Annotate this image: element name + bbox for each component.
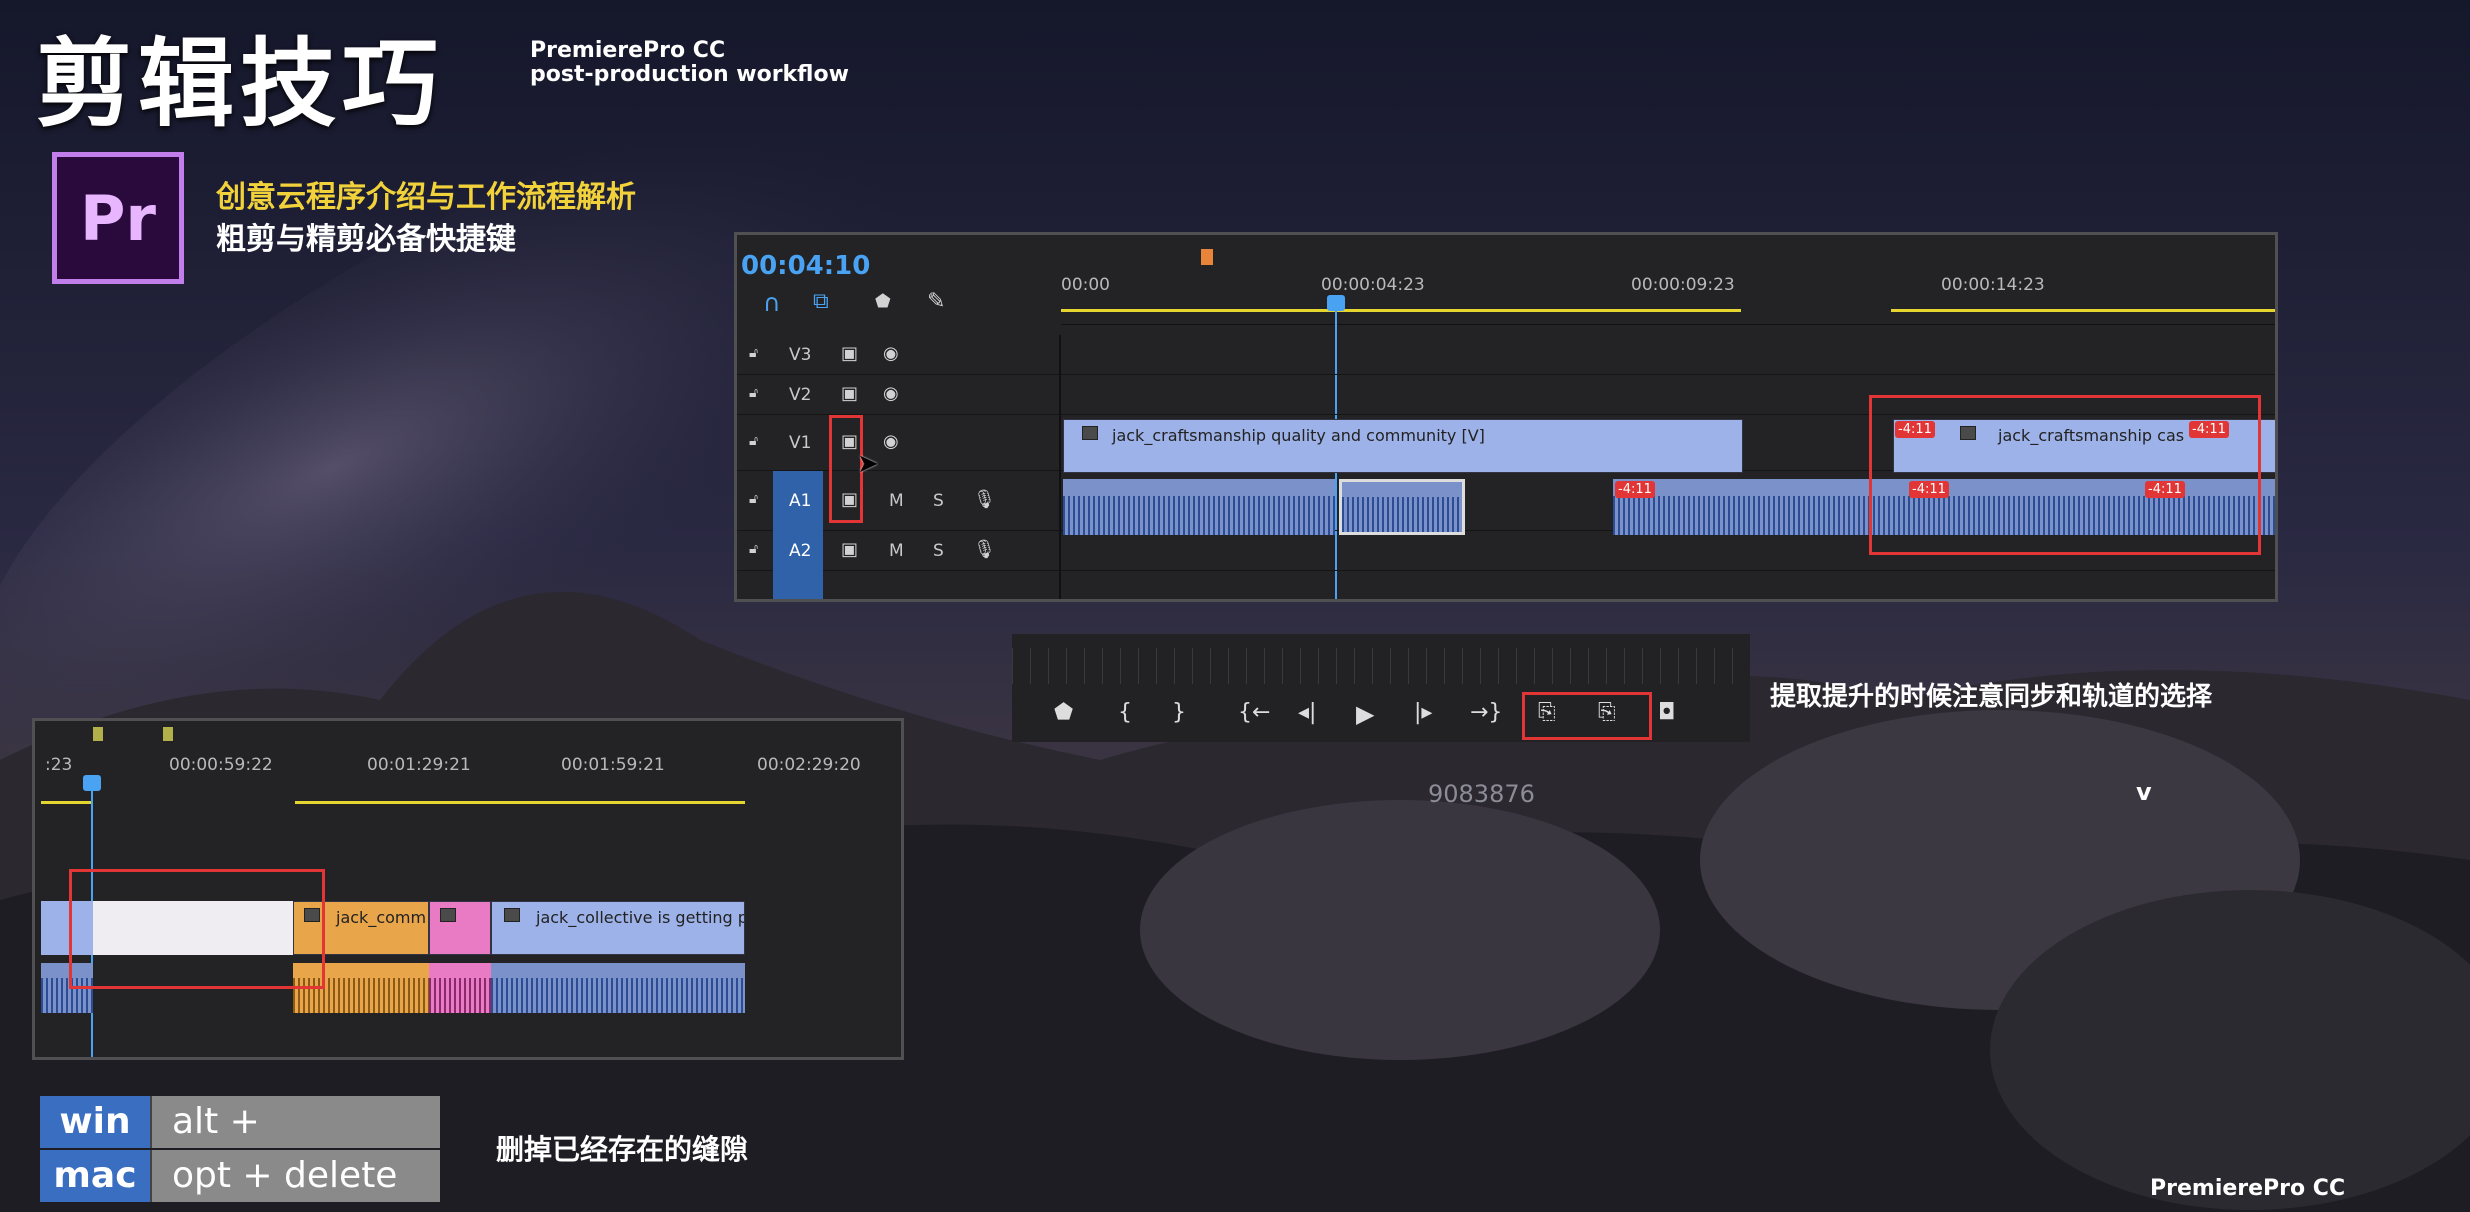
subtitle-workflow: post-production workflow xyxy=(530,62,849,87)
ruler-label: 00:01:29:21 xyxy=(367,755,471,775)
track-name: V2 xyxy=(789,385,812,405)
waveform xyxy=(1063,495,1335,535)
sync-lock-icon[interactable]: ▣ xyxy=(841,383,858,404)
main-timeline-panel: 00:04:10 ∩ ⧉ ⬟ ✎ 00:00 00:00:04:23 00:00… xyxy=(734,232,2278,602)
track-v3: 🔓︎ V3 ▣ ◉ xyxy=(737,335,2275,375)
lock-icon[interactable]: 🔓︎ xyxy=(749,385,758,401)
ruler-label: 00:00:59:22 xyxy=(169,755,273,775)
playhead-handle[interactable] xyxy=(83,775,101,791)
shortcut-note: 删掉已经存在的缝隙 xyxy=(496,1133,749,1166)
lock-icon[interactable]: 🔓︎ xyxy=(749,345,758,361)
solo-button[interactable]: S xyxy=(933,541,944,561)
description-line2: 粗剪与精剪必备快捷键 xyxy=(216,222,516,257)
microphone-icon[interactable]: 🎙︎ xyxy=(973,539,996,560)
stray-letter: v xyxy=(2136,778,2152,806)
shortcut-keys-win: alt + backspace xyxy=(150,1096,440,1194)
wrench-icon[interactable]: ✎ xyxy=(927,289,945,314)
subtitle-brand: PremierePro CC xyxy=(530,38,726,63)
lock-icon[interactable]: 🔓︎ xyxy=(749,541,758,557)
scrub-bar[interactable] xyxy=(1012,648,1750,684)
page-title: 剪辑技巧 xyxy=(36,28,444,140)
secondary-timeline-panel: :23 00:00:59:22 00:01:29:21 00:01:59:21 … xyxy=(32,718,904,1060)
video-clip[interactable]: jack_collective is getting p xyxy=(491,901,745,955)
track-name: V1 xyxy=(789,433,812,453)
clip-name: jack_collective is getting p xyxy=(536,908,745,927)
snap-icon[interactable]: ∩ xyxy=(763,289,781,317)
go-to-in-icon[interactable]: {← xyxy=(1238,700,1270,725)
export-frame-icon[interactable]: ◘ xyxy=(1658,700,1675,725)
waveform xyxy=(429,978,491,1013)
ruler-label: 00:01:59:21 xyxy=(561,755,665,775)
waveform xyxy=(1342,497,1462,532)
lock-icon[interactable]: 🔓︎ xyxy=(749,433,758,449)
work-area-bar[interactable] xyxy=(1061,309,1741,312)
audio-clip[interactable] xyxy=(1063,479,1335,535)
audio-clip[interactable] xyxy=(491,963,745,1013)
track-name: V3 xyxy=(789,345,812,365)
shortcut-os-mac: mac xyxy=(40,1150,150,1202)
eye-icon[interactable]: ◉ xyxy=(883,383,899,404)
lock-icon[interactable]: 🔓︎ xyxy=(749,491,758,507)
description-line1: 创意云程序介绍与工作流程解析 xyxy=(216,180,636,215)
sync-lock-icon[interactable]: ▣ xyxy=(841,343,858,364)
track-name: A1 xyxy=(789,491,812,511)
mute-button[interactable]: M xyxy=(889,541,904,561)
add-marker-icon[interactable]: ⬟ xyxy=(1054,700,1073,725)
fx-badge-icon xyxy=(440,908,456,922)
cursor-arrow-icon: ➤ xyxy=(857,449,879,479)
step-forward-icon[interactable]: |▸ xyxy=(1414,700,1432,725)
sync-lock-icon[interactable]: ▣ xyxy=(841,539,858,560)
os-label: win xyxy=(59,1101,131,1142)
linked-selection-icon[interactable]: ⧉ xyxy=(813,289,829,314)
track-name: A2 xyxy=(789,541,812,561)
ruler-label: 00:00:09:23 xyxy=(1631,275,1735,295)
play-icon[interactable]: ▶ xyxy=(1356,700,1374,728)
marker-flag-icon[interactable] xyxy=(93,727,103,741)
video-clip[interactable] xyxy=(429,901,491,955)
work-area-bar[interactable] xyxy=(295,801,745,804)
current-timecode[interactable]: 00:04:10 xyxy=(741,251,870,281)
waveform xyxy=(491,978,745,1013)
duration-badge: -4:11 xyxy=(1615,481,1655,498)
highlight-lift-extract xyxy=(1522,692,1652,740)
solo-button[interactable]: S xyxy=(933,491,944,511)
marker-flag-icon[interactable] xyxy=(1201,249,1213,265)
premiere-logo: Pr xyxy=(52,152,184,284)
video-clip[interactable]: jack_craftsmanship quality and community… xyxy=(1063,419,1743,473)
highlight-gap xyxy=(69,869,325,989)
os-label: mac xyxy=(53,1155,137,1196)
work-area-bar[interactable] xyxy=(41,801,91,804)
fx-badge-icon xyxy=(1082,426,1098,440)
marker-icon[interactable]: ⬟ xyxy=(875,291,891,312)
highlight-clips xyxy=(1869,395,2261,555)
ruler-label: 00:00:14:23 xyxy=(1941,275,2045,295)
eye-icon[interactable]: ◉ xyxy=(883,431,899,452)
mark-in-icon[interactable]: { xyxy=(1118,700,1132,725)
step-back-icon[interactable]: ◂| xyxy=(1298,700,1316,725)
clip-name: jack_craftsmanship quality and community… xyxy=(1112,426,1485,445)
playhead-handle[interactable] xyxy=(1327,295,1345,311)
clip-name: jack_comm xyxy=(336,908,427,927)
monitor-note: 提取提升的时候注意同步和轨道的选择 xyxy=(1770,682,2213,712)
fx-badge-icon xyxy=(504,908,520,922)
work-area-bar[interactable] xyxy=(1891,309,2275,312)
mark-out-icon[interactable]: } xyxy=(1172,700,1186,725)
ruler-label: 00:02:29:20 xyxy=(757,755,861,775)
microphone-icon[interactable]: 🎙︎ xyxy=(973,489,996,510)
go-to-out-icon[interactable]: →} xyxy=(1470,700,1502,725)
track-header-divider xyxy=(1059,335,1061,599)
audio-clip-selected[interactable] xyxy=(1339,479,1465,535)
eye-icon[interactable]: ◉ xyxy=(883,343,899,364)
mute-button[interactable]: M xyxy=(889,491,904,511)
watermark-number: 9083876 xyxy=(1428,780,1535,808)
ruler-label: :23 xyxy=(45,755,73,775)
shortcut-os-win: win xyxy=(40,1096,150,1148)
marker-flag-icon[interactable] xyxy=(163,727,173,741)
footer-brand: PremierePro CC xyxy=(2150,1176,2346,1201)
shortcut-keys-mac: opt + delete xyxy=(150,1150,440,1202)
ruler-label: 00:00:04:23 xyxy=(1321,275,1425,295)
ruler-label: 00:00 xyxy=(1061,275,1110,295)
timeline-ruler[interactable]: 00:00 00:00:04:23 00:00:09:23 00:00:14:2… xyxy=(1061,245,2275,325)
audio-clip[interactable] xyxy=(429,963,491,1013)
